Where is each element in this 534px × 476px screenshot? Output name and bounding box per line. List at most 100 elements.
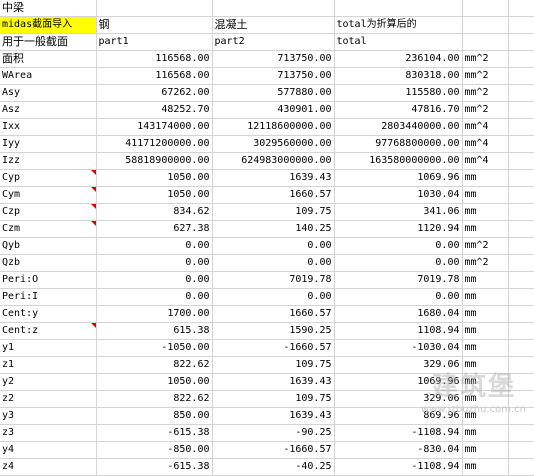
total-value-cell[interactable]: 236104.00: [334, 50, 463, 68]
header-total-cell[interactable]: total为折算后的: [334, 16, 463, 34]
total-value-cell[interactable]: 0.00: [334, 254, 463, 272]
part1-value-cell[interactable]: 834.62: [96, 203, 213, 221]
part1-value-cell[interactable]: -1050.00: [96, 339, 213, 357]
title-cell[interactable]: 中梁: [0, 0, 97, 17]
part1-value-cell[interactable]: 822.62: [96, 390, 213, 408]
unit-cell[interactable]: mm: [462, 441, 509, 459]
cell[interactable]: [508, 271, 534, 289]
part2-value-cell[interactable]: -90.25: [212, 424, 335, 442]
cell[interactable]: [508, 16, 534, 34]
cell[interactable]: [508, 458, 534, 476]
part1-value-cell[interactable]: 116568.00: [96, 50, 213, 68]
part2-value-cell[interactable]: -40.25: [212, 458, 335, 476]
total-value-cell[interactable]: 47816.70: [334, 101, 463, 119]
cell[interactable]: [508, 305, 534, 323]
cell[interactable]: [96, 0, 213, 17]
comment-indicator-icon[interactable]: [90, 170, 95, 175]
cell[interactable]: [508, 84, 534, 102]
part1-value-cell[interactable]: -615.38: [96, 458, 213, 476]
row-label-cell[interactable]: Ixx: [0, 118, 97, 136]
cell[interactable]: [508, 0, 534, 17]
row-label-cell[interactable]: Izz: [0, 152, 97, 170]
subheader-usage-cell[interactable]: 用于一般截面: [0, 33, 97, 51]
total-value-cell[interactable]: 163580000000.00: [334, 152, 463, 170]
part2-value-cell[interactable]: 1639.43: [212, 407, 335, 425]
row-label-cell[interactable]: y1: [0, 339, 97, 357]
subheader-total-cell[interactable]: total: [334, 33, 463, 51]
row-label-cell[interactable]: Cent:y: [0, 305, 97, 323]
part1-value-cell[interactable]: 1050.00: [96, 169, 213, 187]
cell[interactable]: [334, 0, 463, 17]
part1-value-cell[interactable]: 1050.00: [96, 186, 213, 204]
row-label-cell[interactable]: z1: [0, 356, 97, 374]
header-concrete-cell[interactable]: 混凝土: [212, 16, 335, 34]
part2-value-cell[interactable]: 1639.43: [212, 373, 335, 391]
cell[interactable]: [508, 254, 534, 272]
unit-cell[interactable]: mm: [462, 322, 509, 340]
total-value-cell[interactable]: -1108.94: [334, 424, 463, 442]
unit-cell[interactable]: mm: [462, 305, 509, 323]
unit-cell[interactable]: mm^4: [462, 118, 509, 136]
row-label-cell[interactable]: 面积: [0, 50, 97, 68]
unit-cell[interactable]: mm^2: [462, 67, 509, 85]
total-value-cell[interactable]: 97768800000.00: [334, 135, 463, 153]
row-label-cell[interactable]: Cent:z: [0, 322, 97, 340]
unit-cell[interactable]: mm: [462, 186, 509, 204]
comment-indicator-icon[interactable]: [90, 187, 95, 192]
total-value-cell[interactable]: 2803440000.00: [334, 118, 463, 136]
subheader-part1-cell[interactable]: part1: [96, 33, 213, 51]
part1-value-cell[interactable]: 627.38: [96, 220, 213, 238]
part2-value-cell[interactable]: 109.75: [212, 356, 335, 374]
part1-value-cell[interactable]: 1050.00: [96, 373, 213, 391]
part1-value-cell[interactable]: 67262.00: [96, 84, 213, 102]
cell[interactable]: [508, 118, 534, 136]
row-label-cell[interactable]: Qyb: [0, 237, 97, 255]
unit-cell[interactable]: mm^2: [462, 254, 509, 272]
row-label-cell[interactable]: Asz: [0, 101, 97, 119]
unit-cell[interactable]: mm^4: [462, 135, 509, 153]
cell[interactable]: [508, 288, 534, 306]
row-label-cell[interactable]: Iyy: [0, 135, 97, 153]
part2-value-cell[interactable]: -1660.57: [212, 441, 335, 459]
part2-value-cell[interactable]: 624983000000.00: [212, 152, 335, 170]
part2-value-cell[interactable]: 430901.00: [212, 101, 335, 119]
row-label-cell[interactable]: Asy: [0, 84, 97, 102]
part1-value-cell[interactable]: 48252.70: [96, 101, 213, 119]
cell[interactable]: [462, 33, 509, 51]
part2-value-cell[interactable]: 1660.57: [212, 186, 335, 204]
cell[interactable]: [508, 152, 534, 170]
cell[interactable]: [508, 237, 534, 255]
cell[interactable]: [508, 50, 534, 68]
row-label-cell[interactable]: Cym: [0, 186, 97, 204]
total-value-cell[interactable]: 115580.00: [334, 84, 463, 102]
part1-value-cell[interactable]: -615.38: [96, 424, 213, 442]
part1-value-cell[interactable]: 58818900000.00: [96, 152, 213, 170]
total-value-cell[interactable]: 1030.04: [334, 186, 463, 204]
cell[interactable]: [508, 339, 534, 357]
unit-cell[interactable]: mm: [462, 220, 509, 238]
part2-value-cell[interactable]: 1639.43: [212, 169, 335, 187]
total-value-cell[interactable]: 341.06: [334, 203, 463, 221]
row-label-cell[interactable]: Cyp: [0, 169, 97, 187]
row-label-cell[interactable]: y2: [0, 373, 97, 391]
row-label-cell[interactable]: z3: [0, 424, 97, 442]
part2-value-cell[interactable]: 577880.00: [212, 84, 335, 102]
cell[interactable]: [508, 203, 534, 221]
header-source-cell[interactable]: midas截面导入: [0, 16, 97, 34]
unit-cell[interactable]: mm^4: [462, 152, 509, 170]
comment-indicator-icon[interactable]: [90, 323, 95, 328]
unit-cell[interactable]: mm^2: [462, 237, 509, 255]
part1-value-cell[interactable]: 116568.00: [96, 67, 213, 85]
row-label-cell[interactable]: Qzb: [0, 254, 97, 272]
total-value-cell[interactable]: -1030.04: [334, 339, 463, 357]
row-label-cell[interactable]: Peri:O: [0, 271, 97, 289]
comment-indicator-icon[interactable]: [90, 204, 95, 209]
total-value-cell[interactable]: 1108.94: [334, 322, 463, 340]
cell[interactable]: [508, 186, 534, 204]
part1-value-cell[interactable]: -850.00: [96, 441, 213, 459]
row-label-cell[interactable]: Peri:I: [0, 288, 97, 306]
total-value-cell[interactable]: 0.00: [334, 237, 463, 255]
comment-indicator-icon[interactable]: [90, 221, 95, 226]
part1-value-cell[interactable]: 0.00: [96, 271, 213, 289]
total-value-cell[interactable]: -830.04: [334, 441, 463, 459]
